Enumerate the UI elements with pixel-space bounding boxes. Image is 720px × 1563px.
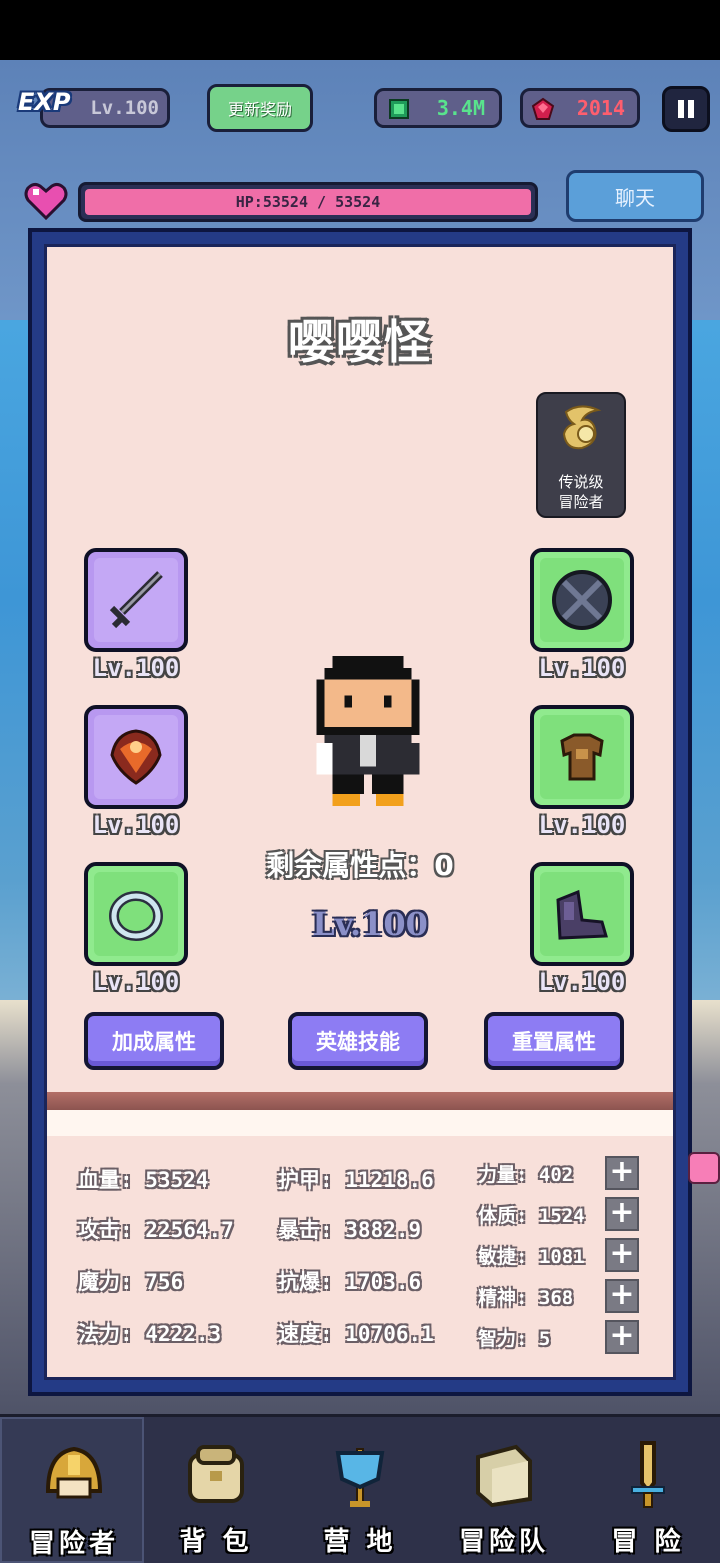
ruby-counter[interactable]: 2014 bbox=[520, 88, 640, 128]
hero-skills-button[interactable]: 英雄技能 bbox=[288, 1012, 428, 1070]
stat-attack: 攻击: 22564.7 bbox=[78, 1218, 234, 1242]
hp-text: HP:53524 / 53524 bbox=[235, 193, 381, 211]
hp-bar-fill: HP:53524 / 53524 bbox=[85, 189, 531, 215]
boots-icon bbox=[556, 889, 608, 940]
status-bar bbox=[0, 0, 720, 60]
gem-count: 3.4M bbox=[436, 96, 485, 120]
rank-line-1: 传说级 bbox=[558, 473, 604, 491]
update-reward-button[interactable]: 更新奖励 bbox=[207, 84, 313, 132]
nav-label-team: 冒险队 bbox=[458, 1527, 549, 1557]
legendary-rank-badge[interactable]: 传说级 冒险者 bbox=[536, 392, 626, 518]
sword-nav-icon bbox=[631, 1441, 665, 1508]
side-tab[interactable] bbox=[688, 1152, 720, 1184]
ruby-count: 2014 bbox=[576, 96, 625, 120]
nav-team[interactable]: 冒险队 bbox=[432, 1417, 576, 1563]
equip-level-weapon: Lv.100 bbox=[92, 654, 180, 682]
add-agility-button[interactable]: + bbox=[605, 1238, 639, 1272]
armor-icon bbox=[560, 733, 604, 781]
panel-divider-light bbox=[47, 1110, 673, 1136]
reset-attributes-button[interactable]: 重置属性 bbox=[484, 1012, 624, 1070]
ring-icon bbox=[109, 891, 163, 941]
nav-label-backpack: 背 包 bbox=[179, 1527, 253, 1557]
gem-counter[interactable]: 3.4M bbox=[374, 88, 502, 128]
equip-slot-boots[interactable] bbox=[530, 862, 634, 966]
panel-divider bbox=[47, 1092, 673, 1110]
equip-level-ring: Lv.100 bbox=[92, 968, 180, 996]
attr-agility: 敏捷: 1081 bbox=[478, 1246, 585, 1268]
heart-icon bbox=[24, 182, 68, 220]
nav-label-camp: 营 地 bbox=[323, 1527, 397, 1557]
nav-label-adventurer: 冒险者 bbox=[28, 1529, 119, 1559]
nav-camp[interactable]: 营 地 bbox=[288, 1417, 432, 1563]
ruby-icon bbox=[531, 97, 555, 120]
attr-constitution: 体质: 1524 bbox=[478, 1205, 585, 1227]
stat-hp: 血量: 53524 bbox=[78, 1168, 209, 1192]
player-level: Lv.100 bbox=[90, 97, 159, 119]
equip-slot-weapon[interactable] bbox=[84, 548, 188, 652]
rank-line-2: 冒险者 bbox=[558, 493, 604, 511]
book-icon bbox=[476, 1444, 532, 1508]
hero-character-sprite bbox=[316, 656, 420, 806]
equip-slot-amulet[interactable] bbox=[84, 705, 188, 809]
stat-speed: 速度: 10706.1 bbox=[278, 1322, 434, 1346]
camp-banner-icon bbox=[335, 1448, 385, 1507]
remaining-attribute-points: 剩余属性点：0 bbox=[266, 849, 454, 882]
pause-button[interactable] bbox=[662, 86, 710, 132]
equip-level-armor: Lv.100 bbox=[538, 811, 626, 839]
attr-intelligence: 智力: 5 bbox=[478, 1328, 551, 1350]
bonus-attributes-button[interactable]: 加成属性 bbox=[84, 1012, 224, 1070]
attr-strength: 力量: 402 bbox=[478, 1164, 574, 1186]
equip-slot-ring[interactable] bbox=[84, 862, 188, 966]
stat-crit: 暴击: 3882.9 bbox=[278, 1218, 422, 1242]
nav-adventurer[interactable]: 冒险者 bbox=[0, 1417, 144, 1563]
attr-spirit: 精神: 368 bbox=[478, 1287, 574, 1309]
add-spirit-button[interactable]: + bbox=[605, 1279, 639, 1313]
backpack-icon bbox=[188, 1445, 244, 1503]
bottom-navigation: 冒险者 背 包 营 地 冒险队 冒 险 bbox=[0, 1414, 720, 1563]
equip-slot-armor[interactable] bbox=[530, 705, 634, 809]
shield-icon bbox=[552, 570, 612, 630]
add-intelligence-button[interactable]: + bbox=[605, 1320, 639, 1354]
stat-magic: 魔力: 756 bbox=[78, 1270, 184, 1294]
nav-label-adventure: 冒 险 bbox=[611, 1527, 685, 1557]
helmet-icon bbox=[45, 1446, 103, 1499]
rank-text: 传说级 冒险者 bbox=[538, 472, 624, 512]
legendary-emblem-icon bbox=[562, 405, 602, 450]
emerald-icon bbox=[389, 99, 409, 119]
stat-armor: 护甲: 11218.6 bbox=[278, 1168, 434, 1192]
sword-icon bbox=[109, 571, 163, 629]
equip-level-amulet: Lv.100 bbox=[92, 811, 180, 839]
nav-backpack[interactable]: 背 包 bbox=[144, 1417, 288, 1563]
nav-adventure[interactable]: 冒 险 bbox=[576, 1417, 720, 1563]
equip-slot-shield[interactable] bbox=[530, 548, 634, 652]
exp-badge: EXP bbox=[18, 88, 71, 116]
hero-level: Lv.100 bbox=[312, 905, 428, 943]
chat-button[interactable]: 聊天 bbox=[566, 170, 704, 222]
hero-name: 嘤嘤怪 bbox=[288, 315, 432, 369]
add-constitution-button[interactable]: + bbox=[605, 1197, 639, 1231]
equip-level-shield: Lv.100 bbox=[538, 654, 626, 682]
stats-section: 血量: 53524 攻击: 22564.7 魔力: 756 法力: 4222.3… bbox=[78, 1150, 678, 1370]
hp-bar: HP:53524 / 53524 bbox=[78, 182, 538, 222]
amulet-icon bbox=[110, 729, 162, 785]
add-strength-button[interactable]: + bbox=[605, 1156, 639, 1190]
stat-crit-resist: 抗爆: 1703.6 bbox=[278, 1270, 422, 1294]
equip-level-boots: Lv.100 bbox=[538, 968, 626, 996]
stat-mana: 法力: 4222.3 bbox=[78, 1322, 222, 1346]
